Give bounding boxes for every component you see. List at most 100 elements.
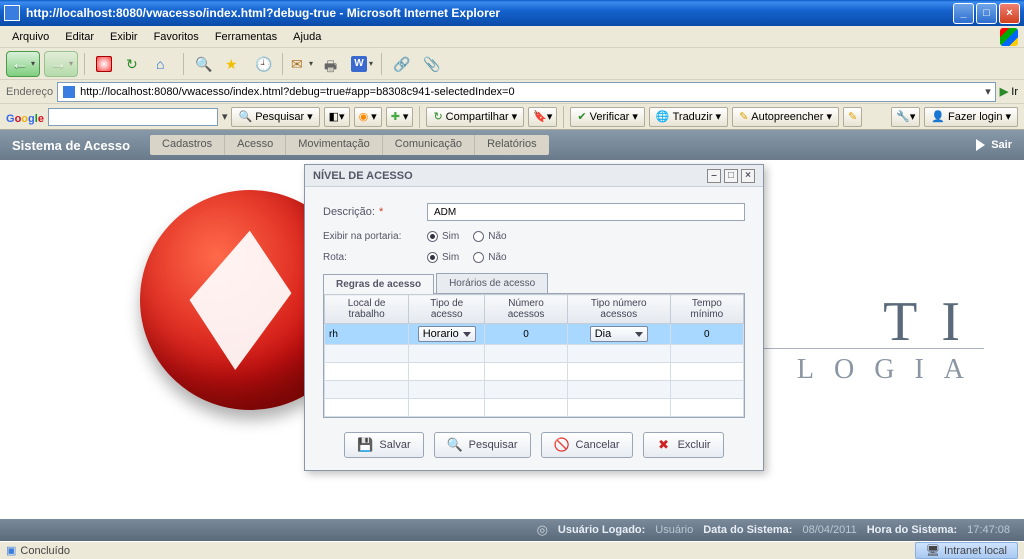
menu-exibir[interactable]: Exibir [102,29,146,45]
menu-favoritos[interactable]: Favoritos [146,29,207,45]
favorites-button[interactable]: ★ [220,51,246,77]
grid-row-empty [325,345,744,363]
tab-regras[interactable]: Regras de acesso [323,274,434,294]
ie-status-text: Concluído [20,545,70,557]
google-search-button[interactable]: 🔍Pesquisar▾ [231,107,319,127]
brand-text-large: TI [883,290,984,354]
exibir-nao-radio[interactable] [473,231,484,242]
tiponum-select[interactable]: Dia [590,326,648,342]
ie-icon [4,5,20,21]
play-icon [976,139,985,151]
broadcast-icon: ◎ [537,522,548,538]
mail-button[interactable]: ✉▾ [289,51,315,77]
cell-numero[interactable]: 0 [485,324,568,345]
dialog-maximize-button[interactable]: □ [724,169,738,183]
google-wrench-button[interactable]: 🔧▾ [891,107,920,127]
nao-label: Não [488,231,506,242]
google-bookmark-button[interactable]: 🔖▾ [528,107,557,127]
pesquisar-button[interactable]: 🔍Pesquisar [434,432,531,458]
edit-button[interactable]: W▾ [349,51,375,77]
dialog-title: NÍVEL DE ACESSO [313,170,413,182]
address-dropdown-icon[interactable]: ▾ [985,85,991,98]
separator [183,53,184,75]
favicon-icon [62,85,76,99]
tab-horarios[interactable]: Horários de acesso [436,273,548,293]
window-minimize-button[interactable]: _ [953,3,974,24]
ie-status-icon: ▣ [6,544,16,557]
hora-value: 17:47:08 [967,524,1010,536]
menu-ajuda[interactable]: Ajuda [285,29,329,45]
stop-button[interactable] [91,51,117,77]
toolbar-link2-button[interactable]: 📎 [418,51,444,77]
home-button[interactable]: ⌂ [151,51,177,77]
menu-relatorios[interactable]: Relatórios [475,135,549,155]
google-opt1-button[interactable]: ◧▾ [324,107,350,127]
cell-local[interactable]: rh [325,324,409,345]
grid-row-empty [325,381,744,399]
excluir-button[interactable]: ✖Excluir [643,432,724,458]
menu-cadastros[interactable]: Cadastros [150,135,225,155]
google-login-button[interactable]: 👤Fazer login▾ [924,107,1018,127]
col-numero[interactable]: Número acessos [485,295,568,324]
toolbar-link1-button[interactable]: 🔗 [388,51,414,77]
sim-label: Sim [442,252,459,263]
google-autofill-button[interactable]: ✎Autopreencher▾ [732,107,839,127]
dialog-tabs: Regras de acesso Horários de acesso [323,273,745,294]
go-button[interactable]: ▶ Ir [1000,85,1018,98]
refresh-button[interactable]: ↻ [121,51,147,77]
dialog-titlebar[interactable]: NÍVEL DE ACESSO – □ × [305,165,763,187]
history-button[interactable]: 🕘 [250,51,276,77]
back-button[interactable]: ←▾ [6,51,40,77]
search-button[interactable]: 🔍 [190,51,216,77]
cell-tipo[interactable]: Horario [409,324,485,345]
app-statusbar: ◎ Usuário Logado: Usuário Data do Sistem… [0,519,1024,541]
ie-menubar: Arquivo Editar Exibir Favoritos Ferramen… [0,26,1024,48]
google-search-dropdown-icon[interactable]: ▾ [222,110,228,123]
descricao-label: Descrição:* [323,206,427,218]
address-url-text: http://localhost:8080/vwacesso/index.htm… [80,86,985,98]
print-button[interactable]: 🖶 [319,51,345,77]
google-plus-button[interactable]: ✚▾ [386,107,414,127]
rota-label: Rota: [323,252,427,263]
cancelar-button[interactable]: 🚫Cancelar [541,432,633,458]
dialog-minimize-button[interactable]: – [707,169,721,183]
cell-tempo[interactable]: 0 [670,324,743,345]
menu-editar[interactable]: Editar [57,29,102,45]
col-tempo[interactable]: Tempo mínimo [670,295,743,324]
google-highlight-button[interactable]: ✎ [843,107,862,127]
google-opt2-button[interactable]: ◉▾ [354,107,382,127]
menu-acesso[interactable]: Acesso [225,135,286,155]
col-tiponum[interactable]: Tipo número acessos [567,295,670,324]
window-close-button[interactable]: × [999,3,1020,24]
google-search-input[interactable] [48,108,218,126]
menu-arquivo[interactable]: Arquivo [4,29,57,45]
cell-tiponum[interactable]: Dia [567,324,670,345]
grid-row[interactable]: rh Horario 0 Dia 0 [325,324,744,345]
forward-button[interactable]: →▾ [44,51,78,77]
rota-nao-radio[interactable] [473,252,484,263]
menu-comunicacao[interactable]: Comunicação [383,135,475,155]
cancel-icon: 🚫 [554,437,570,453]
dialog-close-button[interactable]: × [741,169,755,183]
menu-movimentacao[interactable]: Movimentação [286,135,383,155]
app-topbar: Sistema de Acesso Cadastros Acesso Movim… [0,130,1024,160]
grid-row-empty [325,363,744,381]
data-value: 08/04/2011 [802,524,856,536]
rota-sim-radio[interactable] [427,252,438,263]
google-share-button[interactable]: ↻Compartilhar▾ [426,107,524,127]
logout-button[interactable]: Sair [976,139,1012,151]
tipo-select[interactable]: Horario [418,326,476,342]
window-maximize-button[interactable]: □ [976,3,997,24]
security-zone[interactable]: 🖥Intranet local [915,542,1018,559]
google-translate-button[interactable]: 🌐Traduzir▾ [649,107,728,127]
col-tipo[interactable]: Tipo de acesso [409,295,485,324]
col-local[interactable]: Local de trabalho [325,295,409,324]
separator [84,53,85,75]
address-input[interactable]: http://localhost:8080/vwacesso/index.htm… [57,82,996,102]
google-verify-button[interactable]: ✔Verificar▾ [570,107,645,127]
menu-ferramentas[interactable]: Ferramentas [207,29,285,45]
descricao-input[interactable] [427,203,745,221]
exibir-sim-radio[interactable] [427,231,438,242]
ie-toolbar: ←▾ →▾ ↻ ⌂ 🔍 ★ 🕘 ✉▾ 🖶 W▾ 🔗 📎 [0,48,1024,80]
salvar-button[interactable]: 💾Salvar [344,432,423,458]
